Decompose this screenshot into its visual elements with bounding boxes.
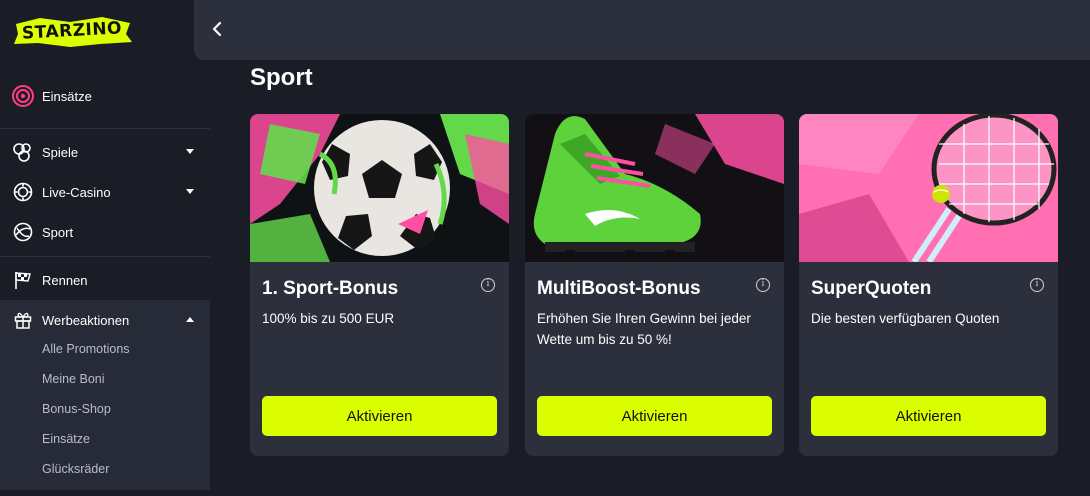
card-description: Erhöhen Sie Ihren Gewinn bei jeder Wette… [537, 311, 751, 347]
sidebar-item-einsaetze[interactable]: Einsätze [0, 76, 210, 116]
sidebar-divider [0, 128, 210, 129]
target-icon [12, 85, 34, 107]
activate-button[interactable]: Aktivieren [537, 396, 772, 436]
sidebar-item-label: Werbeaktionen [42, 312, 130, 328]
info-icon[interactable]: i [1030, 278, 1044, 292]
ball-icon [12, 221, 34, 243]
checkered-flag-icon [12, 269, 34, 291]
sidebar-item-label: Spiele [42, 144, 79, 160]
card-description: Die besten verfügbaren Quoten [811, 311, 1000, 326]
promotions-submenu: Werbeaktionen Alle Promotions Meine Boni… [0, 300, 210, 490]
chevron-down-icon[interactable] [186, 189, 194, 194]
tennis-racket-illustration [799, 114, 1058, 262]
gift-icon [12, 309, 34, 331]
submenu-item-gluecksraeder[interactable]: Glücksräder [42, 462, 109, 476]
sidebar-divider [0, 256, 210, 257]
sidebar-item-live-casino[interactable]: Live-Casino [0, 172, 210, 212]
card-title: SuperQuoten [811, 278, 932, 299]
activate-button[interactable]: Aktivieren [262, 396, 497, 436]
logo-text: STARZINO [21, 18, 123, 44]
promo-card-sport-bonus: 1. Sport-Bonus i 100% bis zu 500 EUR Akt… [250, 114, 509, 456]
sidebar-item-label: Einsätze [42, 88, 92, 104]
sidebar-item-spiele[interactable]: Spiele [0, 132, 210, 172]
card-title: MultiBoost-Bonus [537, 278, 701, 299]
dice-icon [12, 141, 34, 163]
card-title: 1. Sport-Bonus [262, 278, 399, 299]
page-title: Sport [250, 64, 313, 91]
submenu-item-meine-boni[interactable]: Meine Boni [42, 372, 105, 386]
info-icon[interactable]: i [756, 278, 770, 292]
chevron-down-icon[interactable] [186, 149, 194, 154]
logo[interactable]: STARZINO [10, 14, 134, 48]
sidebar-item-sport[interactable]: Sport [0, 212, 210, 252]
card-description: 100% bis zu 500 EUR [262, 311, 395, 326]
chevron-up-icon[interactable] [186, 317, 194, 322]
sidebar-item-label: Sport [42, 224, 74, 240]
sidebar: STARZINO Einsätze Spiele Live-Casino Spo… [0, 0, 218, 496]
sidebar-item-werbeaktionen[interactable]: Werbeaktionen [0, 300, 210, 340]
submenu-item-bonus-shop[interactable]: Bonus-Shop [42, 402, 111, 416]
info-icon[interactable]: i [481, 278, 495, 292]
sidebar-item-label: Rennen [42, 272, 88, 288]
back-button[interactable] [204, 16, 230, 42]
activate-button[interactable]: Aktivieren [811, 396, 1046, 436]
sidebar-item-label: Live-Casino [42, 184, 111, 200]
promo-card-superquoten: SuperQuoten i Die besten verfügbaren Quo… [799, 114, 1058, 456]
green-football-boot-illustration [525, 114, 784, 262]
submenu-item-alle-promotions[interactable]: Alle Promotions [42, 342, 130, 356]
sidebar-item-rennen[interactable]: Rennen [0, 260, 210, 300]
top-bar [194, 0, 1090, 60]
chevron-left-icon [212, 21, 222, 37]
submenu-item-einsaetze[interactable]: Einsätze [42, 432, 90, 446]
promo-card-multiboost-bonus: MultiBoost-Bonus i Erhöhen Sie Ihren Gew… [525, 114, 784, 456]
soccer-ball-illustration [250, 114, 509, 262]
chip-icon [12, 181, 34, 203]
